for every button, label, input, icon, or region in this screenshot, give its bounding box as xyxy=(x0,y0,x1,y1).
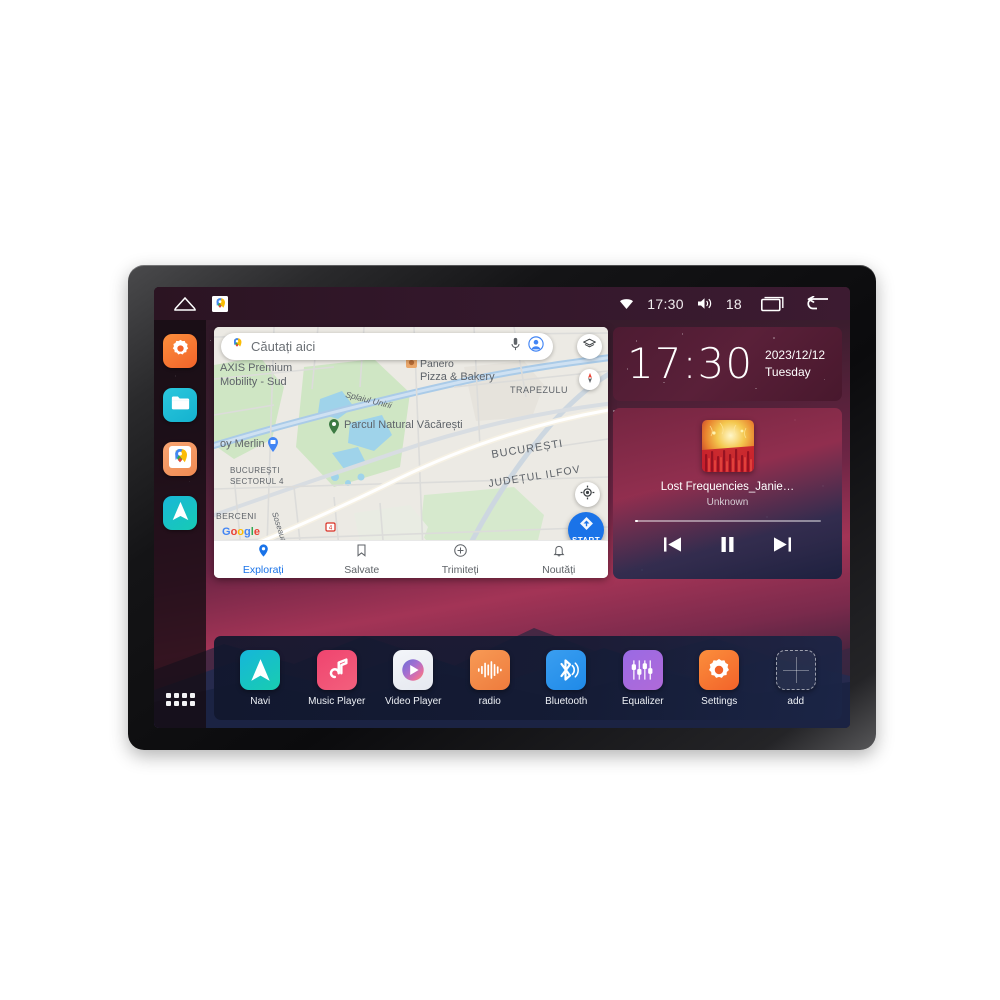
google-maps-notification-icon[interactable] xyxy=(212,295,228,312)
svg-text:SECTORUL 4: SECTORUL 4 xyxy=(230,477,284,486)
map-search-bar[interactable]: Căutați aici xyxy=(221,333,553,360)
my-location-icon xyxy=(580,485,595,505)
status-time: 17:30 xyxy=(647,295,684,312)
dock-app-label: add xyxy=(787,695,805,707)
map-bottom-nav: Explorați Salvate Trimiteți Noutăți xyxy=(214,540,608,578)
back-icon[interactable] xyxy=(806,295,830,312)
navigation-arrow-icon[interactable] xyxy=(240,649,281,690)
dock-app-label: Bluetooth xyxy=(545,695,588,707)
map-nav-saved[interactable]: Salvate xyxy=(313,544,412,576)
volume-icon[interactable] xyxy=(697,297,713,310)
map-compass-button[interactable] xyxy=(579,369,600,390)
map-nav-label: Salvate xyxy=(344,563,380,576)
svg-text:BERCENI: BERCENI xyxy=(216,511,257,521)
svg-text:Mobility - Sud: Mobility - Sud xyxy=(220,376,287,388)
dock-app-label: Music Player xyxy=(308,695,366,707)
music-progress-bar[interactable] xyxy=(634,520,821,522)
map-my-location-button[interactable] xyxy=(575,482,600,507)
map-layers-button[interactable] xyxy=(577,334,602,359)
radio-waveform-icon[interactable] xyxy=(469,649,510,690)
rail-item-files[interactable] xyxy=(163,388,197,422)
dock-app-label: Settings xyxy=(701,695,738,707)
music-artist: Unknown xyxy=(706,497,749,508)
google-maps-card[interactable]: VITAN AXIS Premium Mobility - Sud Panero… xyxy=(214,327,608,578)
status-bar: 17:30 18 xyxy=(154,287,850,320)
dock-app-radio[interactable]: radio xyxy=(459,649,521,707)
app-drawer-grid-icon[interactable] xyxy=(165,693,195,706)
volume-level: 18 xyxy=(725,295,742,312)
dock-app-navi[interactable]: Navi xyxy=(229,649,291,707)
map-search-input[interactable]: Căutați aici xyxy=(251,339,503,354)
left-app-rail xyxy=(154,320,206,728)
equalizer-sliders-icon[interactable] xyxy=(622,649,663,690)
rail-item-google-maps[interactable] xyxy=(163,442,197,476)
car-head-unit-device: 17:30 18 AXIS Premium Mobility - Sud Pan… xyxy=(128,265,876,750)
location-pin-icon xyxy=(258,543,269,562)
play-circle-icon[interactable] xyxy=(393,649,434,690)
dock-app-add[interactable]: add xyxy=(765,649,827,707)
previous-track-icon[interactable] xyxy=(663,536,682,558)
svg-text:Pizza & Bakery: Pizza & Bakery xyxy=(420,371,495,383)
dock-app-label: Video Player xyxy=(384,695,442,707)
music-title: Lost Frequencies_Janie… xyxy=(660,481,795,493)
app-dock: Navi Music Player Video Player radio Blu… xyxy=(214,636,842,720)
dock-app-video-player[interactable]: Video Player xyxy=(382,649,444,707)
svg-text:Parcul Natural Văcărești: Parcul Natural Văcărești xyxy=(344,419,463,431)
dock-app-bluetooth[interactable]: Bluetooth xyxy=(535,649,597,707)
gear-icon[interactable] xyxy=(699,649,740,690)
account-avatar-icon[interactable] xyxy=(528,336,544,357)
dock-app-label: Navi xyxy=(250,695,271,707)
google-watermark: Google xyxy=(222,526,260,538)
dock-app-music-player[interactable]: Music Player xyxy=(306,649,368,707)
bluetooth-icon[interactable] xyxy=(546,649,587,690)
next-track-icon[interactable] xyxy=(773,536,792,558)
navigation-diamond-icon xyxy=(578,515,595,537)
recents-icon[interactable] xyxy=(761,296,785,312)
map-nav-explore[interactable]: Explorați xyxy=(214,543,313,576)
bell-icon xyxy=(553,544,565,562)
svg-text:TRAPEZULU: TRAPEZULU xyxy=(510,385,568,395)
dock-app-label: Equalizer xyxy=(621,695,664,707)
svg-text:AXIS Premium: AXIS Premium xyxy=(220,362,292,374)
gear-icon xyxy=(170,338,191,364)
clock-widget[interactable]: 17:30 2023/12/12 Tuesday xyxy=(613,327,842,401)
map-nav-label: Noutăți xyxy=(542,563,576,576)
pause-icon[interactable] xyxy=(720,536,735,558)
bookmark-icon xyxy=(356,544,367,562)
plus-circle-icon xyxy=(453,543,467,562)
compass-icon xyxy=(584,371,596,389)
album-art xyxy=(701,420,754,472)
layers-icon xyxy=(582,338,597,356)
music-note-icon[interactable] xyxy=(316,649,357,690)
microphone-icon[interactable] xyxy=(510,337,521,356)
dock-app-equalizer[interactable]: Equalizer xyxy=(612,649,674,707)
map-nav-label: Explorați xyxy=(242,563,284,576)
svg-text:BUCUREŞTI: BUCUREŞTI xyxy=(230,466,280,475)
maps-pin-icon xyxy=(169,445,191,473)
wifi-icon xyxy=(619,297,634,310)
rail-item-navi[interactable] xyxy=(163,496,197,530)
clock-widget-dots xyxy=(613,327,842,401)
home-icon[interactable] xyxy=(174,296,196,311)
music-widget[interactable]: Lost Frequencies_Janie… Unknown xyxy=(613,408,842,579)
add-placeholder-icon[interactable] xyxy=(775,649,816,690)
navigation-arrow-icon xyxy=(171,500,190,527)
rail-item-settings[interactable] xyxy=(163,334,197,368)
map-nav-updates[interactable]: Noutăți xyxy=(510,544,609,576)
dock-app-settings[interactable]: Settings xyxy=(688,649,750,707)
map-nav-contribute[interactable]: Trimiteți xyxy=(411,543,510,576)
map-nav-label: Trimiteți xyxy=(441,563,479,576)
folder-icon xyxy=(170,393,191,417)
device-screen: 17:30 18 AXIS Premium Mobility - Sud Pan… xyxy=(154,287,850,728)
dock-app-label: radio xyxy=(478,695,501,707)
svg-text:oy Merlin: oy Merlin xyxy=(220,438,265,450)
maps-pin-icon xyxy=(230,337,244,356)
